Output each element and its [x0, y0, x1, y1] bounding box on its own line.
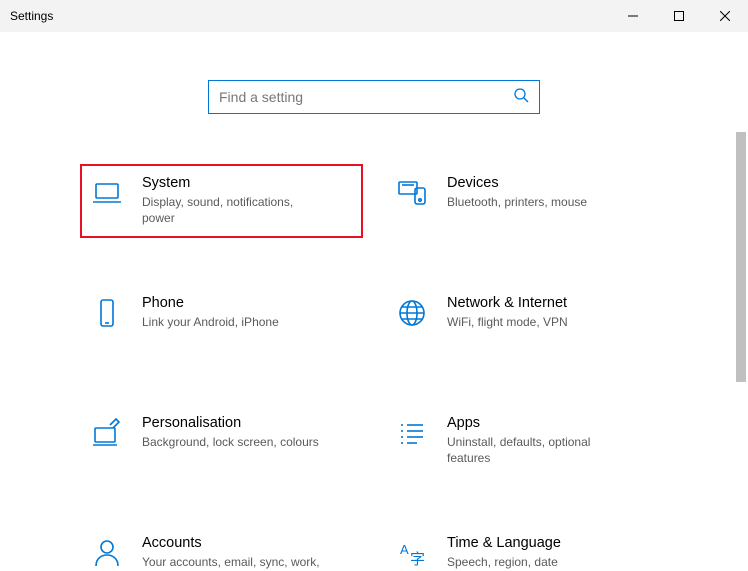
tile-title: Personalisation: [142, 414, 355, 432]
tile-system[interactable]: System Display, sound, notifications, pow…: [80, 164, 363, 238]
person-icon: [90, 536, 124, 570]
tile-title: Devices: [447, 174, 660, 192]
tile-devices[interactable]: Devices Bluetooth, printers, mouse: [385, 164, 668, 238]
tile-text: System Display, sound, notifications, pow…: [142, 174, 355, 227]
lang-icon: [395, 536, 429, 570]
tile-text: Accounts Your accounts, email, sync, work…: [142, 534, 355, 571]
tile-desc: Speech, region, date: [447, 554, 627, 570]
tile-desc: Link your Android, iPhone: [142, 314, 322, 330]
tile-desc: Background, lock screen, colours: [142, 434, 322, 450]
scrollbar-thumb[interactable]: [736, 132, 746, 382]
tile-title: Accounts: [142, 534, 355, 552]
tile-text: Phone Link your Android, iPhone: [142, 294, 355, 330]
search-input[interactable]: [219, 89, 513, 105]
close-button[interactable]: [702, 0, 748, 32]
tile-text: Apps Uninstall, defaults, optional featur…: [447, 414, 660, 467]
minimize-icon: [628, 11, 638, 21]
window-title: Settings: [10, 9, 53, 23]
tile-network-internet[interactable]: Network & Internet WiFi, flight mode, VPN: [385, 284, 668, 358]
list-icon: [395, 416, 429, 450]
titlebar-controls: [610, 0, 748, 32]
content: System Display, sound, notifications, pow…: [0, 32, 748, 571]
globe-icon: [395, 296, 429, 330]
titlebar: Settings: [0, 0, 748, 32]
search-box[interactable]: [208, 80, 540, 114]
tile-desc: WiFi, flight mode, VPN: [447, 314, 627, 330]
tile-personalisation[interactable]: Personalisation Background, lock screen, …: [80, 404, 363, 478]
tile-desc: Uninstall, defaults, optional features: [447, 434, 627, 466]
search-icon: [513, 87, 529, 108]
minimize-button[interactable]: [610, 0, 656, 32]
tile-desc: Bluetooth, printers, mouse: [447, 194, 627, 210]
laptop-icon: [90, 176, 124, 210]
tile-text: Network & Internet WiFi, flight mode, VPN: [447, 294, 660, 330]
devices-icon: [395, 176, 429, 210]
tile-text: Personalisation Background, lock screen, …: [142, 414, 355, 450]
tile-accounts[interactable]: Accounts Your accounts, email, sync, work…: [80, 524, 363, 571]
tile-text: Time & Language Speech, region, date: [447, 534, 660, 570]
tile-title: Phone: [142, 294, 355, 312]
phone-icon: [90, 296, 124, 330]
tile-phone[interactable]: Phone Link your Android, iPhone: [80, 284, 363, 358]
tile-time-language[interactable]: Time & Language Speech, region, date: [385, 524, 668, 571]
tile-title: Network & Internet: [447, 294, 660, 312]
maximize-icon: [674, 11, 684, 21]
tile-desc: Display, sound, notifications, power: [142, 194, 322, 226]
search-wrap: [0, 32, 748, 114]
tile-title: System: [142, 174, 355, 192]
tile-apps[interactable]: Apps Uninstall, defaults, optional featur…: [385, 404, 668, 478]
tile-title: Apps: [447, 414, 660, 432]
close-icon: [720, 11, 730, 21]
maximize-button[interactable]: [656, 0, 702, 32]
settings-grid: System Display, sound, notifications, pow…: [80, 164, 668, 571]
scrollbar[interactable]: [736, 132, 746, 542]
tile-title: Time & Language: [447, 534, 660, 552]
brush-icon: [90, 416, 124, 450]
tile-text: Devices Bluetooth, printers, mouse: [447, 174, 660, 210]
tile-desc: Your accounts, email, sync, work, family: [142, 554, 322, 571]
